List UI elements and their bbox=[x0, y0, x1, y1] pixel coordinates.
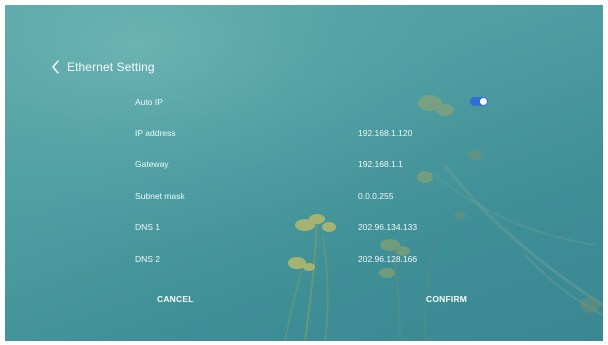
ethernet-settings-screen: Ethernet Setting Auto IP IP address 192.… bbox=[5, 5, 603, 341]
page-title: Ethernet Setting bbox=[67, 60, 155, 74]
cancel-button[interactable]: CANCEL bbox=[157, 294, 194, 304]
auto-ip-toggle[interactable] bbox=[470, 97, 488, 106]
ip-address-label: IP address bbox=[135, 128, 176, 138]
dns2-label: DNS 2 bbox=[135, 254, 161, 264]
dns1-label: DNS 1 bbox=[135, 222, 161, 232]
subnet-mask-field[interactable]: 0.0.0.255 bbox=[358, 191, 393, 201]
toggle-knob bbox=[480, 98, 487, 105]
gateway-label: Gateway bbox=[135, 159, 169, 169]
flower-background-image bbox=[5, 5, 603, 341]
header: Ethernet Setting bbox=[49, 57, 155, 77]
ip-address-field[interactable]: 192.168.1.120 bbox=[358, 128, 412, 138]
chevron-left-icon[interactable] bbox=[49, 58, 63, 76]
auto-ip-label: Auto IP bbox=[135, 97, 163, 107]
gateway-field[interactable]: 192.168.1.1 bbox=[358, 159, 403, 169]
confirm-button[interactable]: CONFIRM bbox=[426, 294, 467, 304]
dns1-field[interactable]: 202.96.134.133 bbox=[358, 222, 417, 232]
subnet-mask-label: Subnet mask bbox=[135, 191, 185, 201]
dns2-field[interactable]: 202.96.128.166 bbox=[358, 254, 417, 264]
